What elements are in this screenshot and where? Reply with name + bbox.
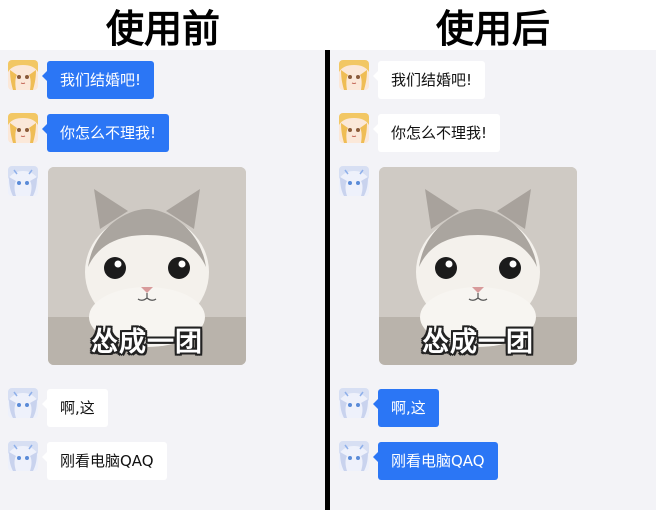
message-bubble[interactable]: 刚看电脑QAQ	[373, 442, 498, 480]
silver-hair-girl-avatar-icon[interactable]	[8, 388, 38, 418]
header-after: 使用后	[435, 5, 550, 51]
blonde-girl-avatar-icon[interactable]	[339, 113, 369, 143]
message-bubble[interactable]: 啊,这	[373, 389, 439, 427]
silver-hair-girl-avatar-icon[interactable]	[8, 441, 38, 471]
silver-hair-girl-avatar-icon[interactable]	[8, 166, 38, 196]
blonde-girl-avatar-icon[interactable]	[8, 60, 38, 90]
blonde-girl-avatar-icon[interactable]	[8, 113, 38, 143]
silver-hair-girl-avatar-icon[interactable]	[339, 441, 369, 471]
silver-hair-girl-avatar-icon[interactable]	[339, 388, 369, 418]
message-bubble[interactable]: 你怎么不理我!	[372, 114, 501, 152]
sticker-caption: 怂成一团	[422, 327, 534, 358]
message-bubble[interactable]: 啊,这	[42, 389, 108, 427]
silver-hair-girl-avatar-icon[interactable]	[339, 166, 369, 196]
chat-panel-after[interactable]: 我们结婚吧! 你怎么不理我! 怂成一团 啊,这 刚看电脑QAQ	[330, 50, 656, 510]
message-bubble[interactable]: 刚看电脑QAQ	[42, 442, 167, 480]
message-bubble[interactable]: 我们结婚吧!	[372, 61, 486, 99]
message-bubble[interactable]: 我们结婚吧!	[41, 61, 155, 99]
message-bubble[interactable]: 你怎么不理我!	[41, 114, 170, 152]
cat-sticker[interactable]: 怂成一团	[379, 167, 577, 365]
header-before: 使用前	[105, 5, 220, 51]
cat-sticker[interactable]: 怂成一团	[48, 167, 246, 365]
blonde-girl-avatar-icon[interactable]	[339, 60, 369, 90]
sticker-caption: 怂成一团	[91, 327, 203, 358]
chat-panel-before[interactable]: 我们结婚吧! 你怎么不理我! 怂成一团 啊,这 刚看电脑QAQ	[0, 50, 325, 510]
